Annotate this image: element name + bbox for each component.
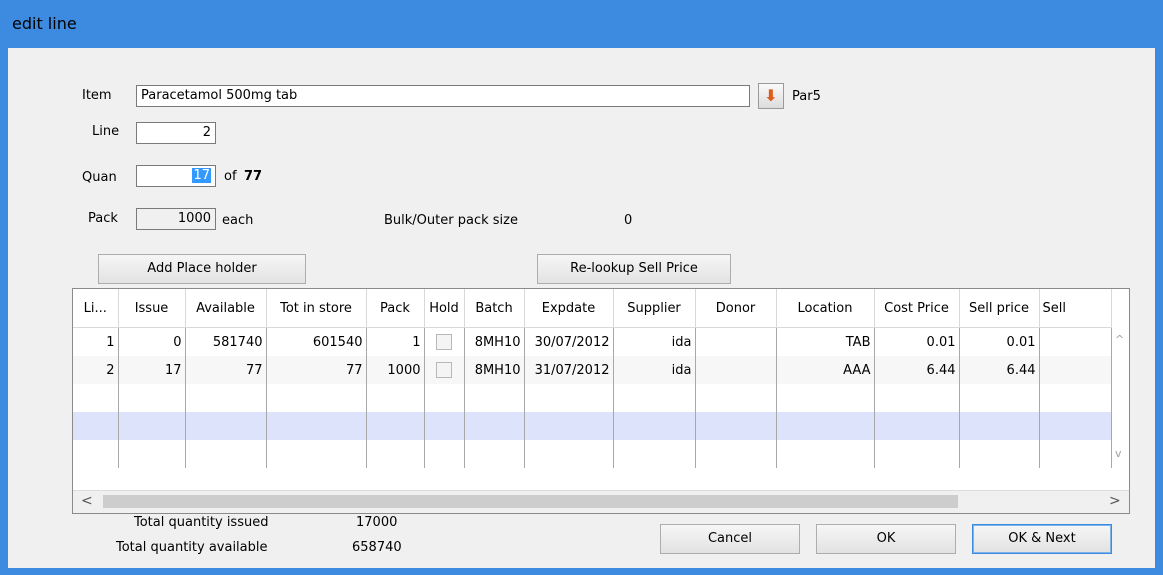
cancel-button[interactable]: Cancel	[660, 524, 800, 554]
col-header-sell-price[interactable]: Sell price	[959, 289, 1040, 328]
lines-grid[interactable]: Li... Issue Available Tot in store Pack …	[72, 288, 1130, 514]
cell-hold	[424, 356, 465, 384]
window-title: edit line	[12, 14, 77, 33]
col-header-cost-price[interactable]: Cost Price	[874, 289, 960, 328]
item-label: Item	[82, 88, 112, 103]
cell-tot-in-store: 601540	[266, 327, 367, 356]
item-lookup-button[interactable]: ⬇	[758, 83, 784, 109]
cell-donor	[695, 327, 777, 356]
cell-sell-price: 6.44	[959, 356, 1040, 384]
col-header-expdate[interactable]: Expdate	[524, 289, 614, 328]
cell-cost-price: 0.01	[874, 327, 960, 356]
scroll-left-icon[interactable]: <	[81, 493, 93, 509]
table-row[interactable]: 2 17 77 77 1000 8MH10 31/07/2012 ida AAA…	[73, 356, 1112, 384]
empty-row[interactable]	[73, 384, 1112, 412]
cell-location: TAB	[776, 327, 875, 356]
col-header-donor[interactable]: Donor	[695, 289, 777, 328]
cell-batch: 8MH10	[464, 327, 525, 356]
line-field[interactable]: 2	[136, 122, 216, 144]
cell-issue: 0	[118, 327, 186, 356]
cell-issue: 17	[118, 356, 186, 384]
line-label: Line	[92, 124, 120, 139]
edit-line-window: edit line Item Paracetamol 500mg tab ⬇ P…	[0, 0, 1163, 575]
dialog-body: Item Paracetamol 500mg tab ⬇ Par5 Line 2…	[8, 48, 1155, 568]
add-placeholder-button[interactable]: Add Place holder	[98, 254, 306, 284]
col-header-supplier[interactable]: Supplier	[613, 289, 696, 328]
pack-label: Pack	[88, 211, 118, 226]
vertical-scrollbar[interactable]: ^ v	[1112, 327, 1129, 477]
cell-available: 77	[185, 356, 267, 384]
scroll-down-icon[interactable]: v	[1115, 447, 1122, 460]
empty-row-highlighted[interactable]	[73, 412, 1112, 440]
lines-table: Li... Issue Available Tot in store Pack …	[73, 289, 1112, 468]
quan-selected-text: 17	[192, 168, 211, 183]
col-header-tot-in-store[interactable]: Tot in store	[266, 289, 367, 328]
cell-line: 1	[73, 327, 119, 356]
total-available-value: 658740	[352, 540, 402, 555]
col-header-line[interactable]: Li...	[73, 289, 119, 328]
cell-sell	[1039, 356, 1112, 384]
title-bar[interactable]: edit line	[0, 0, 1163, 48]
arrow-down-icon: ⬇	[764, 86, 778, 105]
quan-label: Quan	[82, 170, 117, 185]
quan-of-text: of	[224, 169, 237, 184]
ok-button[interactable]: OK	[816, 524, 956, 554]
col-header-sell[interactable]: Sell	[1039, 289, 1112, 328]
cell-batch: 8MH10	[464, 356, 525, 384]
cell-supplier: ida	[613, 327, 696, 356]
grid-header-row: Li... Issue Available Tot in store Pack …	[73, 289, 1112, 328]
col-header-batch[interactable]: Batch	[464, 289, 525, 328]
scroll-up-icon[interactable]: ^	[1115, 333, 1124, 346]
pack-field: 1000	[136, 208, 216, 230]
total-available-label: Total quantity available	[116, 540, 268, 555]
cell-cost-price: 6.44	[874, 356, 960, 384]
cell-supplier: ida	[613, 356, 696, 384]
empty-row[interactable]	[73, 440, 1112, 468]
hold-checkbox[interactable]	[436, 334, 452, 350]
cell-expdate: 30/07/2012	[524, 327, 614, 356]
total-issued-value: 17000	[356, 515, 398, 530]
cell-line: 2	[73, 356, 119, 384]
col-header-location[interactable]: Location	[776, 289, 875, 328]
pack-unit: each	[222, 213, 254, 228]
cell-donor	[695, 356, 777, 384]
relookup-sell-price-button[interactable]: Re-lookup Sell Price	[537, 254, 731, 284]
bulk-label: Bulk/Outer pack size	[384, 213, 518, 228]
cell-pack: 1000	[366, 356, 425, 384]
bulk-value: 0	[624, 213, 633, 228]
cell-expdate: 31/07/2012	[524, 356, 614, 384]
quan-max-value: 77	[244, 169, 263, 184]
table-row[interactable]: 1 0 581740 601540 1 8MH10 30/07/2012 ida…	[73, 327, 1112, 356]
col-header-pack[interactable]: Pack	[366, 289, 425, 328]
col-header-issue[interactable]: Issue	[118, 289, 186, 328]
quan-field[interactable]: 17	[136, 165, 216, 187]
cell-available: 581740	[185, 327, 267, 356]
col-header-available[interactable]: Available	[185, 289, 267, 328]
scroll-right-icon[interactable]: >	[1109, 493, 1121, 509]
cell-pack: 1	[366, 327, 425, 356]
cell-tot-in-store: 77	[266, 356, 367, 384]
cell-location: AAA	[776, 356, 875, 384]
cell-hold	[424, 327, 465, 356]
hold-checkbox[interactable]	[436, 362, 452, 378]
scroll-thumb[interactable]	[103, 495, 958, 508]
cell-sell	[1039, 327, 1112, 356]
item-field[interactable]: Paracetamol 500mg tab	[136, 85, 750, 107]
total-issued-label: Total quantity issued	[134, 515, 269, 530]
cell-sell-price: 0.01	[959, 327, 1040, 356]
ok-and-next-button[interactable]: OK & Next	[972, 524, 1112, 554]
item-code: Par5	[792, 89, 821, 104]
col-header-hold[interactable]: Hold	[424, 289, 465, 328]
horizontal-scrollbar[interactable]: < >	[73, 490, 1129, 513]
